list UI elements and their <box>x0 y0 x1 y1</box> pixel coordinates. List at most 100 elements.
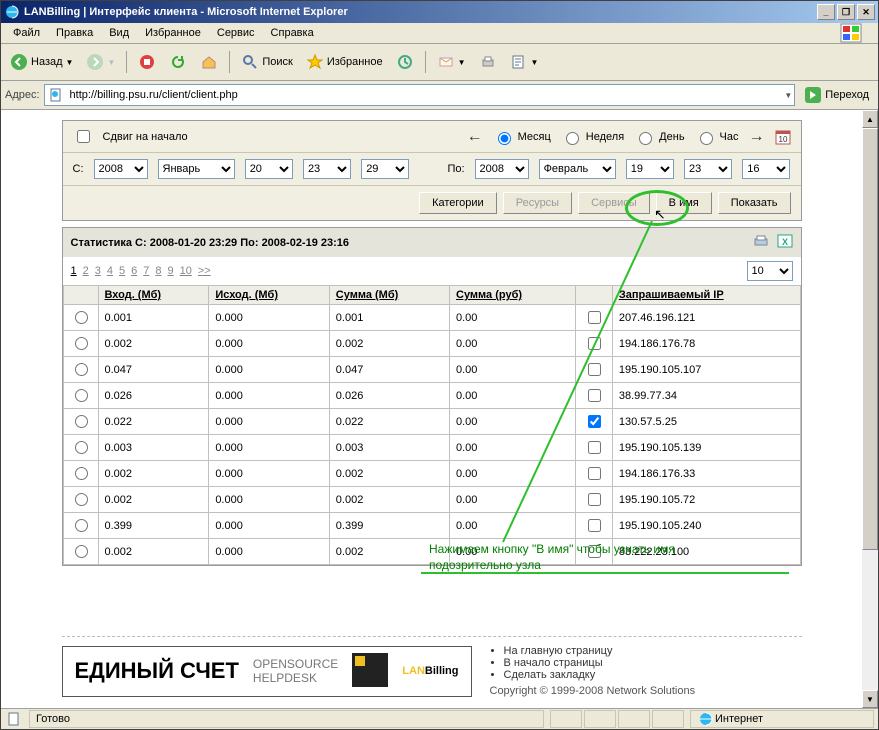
menu-edit[interactable]: Правка <box>48 25 101 41</box>
row-checkbox[interactable] <box>588 467 601 480</box>
row-checkbox[interactable] <box>588 337 601 350</box>
per-page-select[interactable]: 10 <box>747 261 793 281</box>
pager-link[interactable]: 1 <box>71 265 77 277</box>
to-day[interactable]: 19 <box>626 159 674 179</box>
menu-favorites[interactable]: Избранное <box>137 25 209 41</box>
search-button[interactable]: Поиск <box>236 48 297 76</box>
row-checkbox[interactable] <box>588 415 601 428</box>
period-day[interactable]: День <box>634 129 684 145</box>
row-radio[interactable] <box>75 467 88 480</box>
show-button[interactable]: Показать <box>718 192 791 214</box>
categories-button[interactable]: Категории <box>419 192 497 214</box>
col-out[interactable]: Исход. (Мб) <box>209 286 329 305</box>
forward-icon <box>86 53 104 71</box>
svg-text:10: 10 <box>778 135 787 144</box>
pager-link[interactable]: 7 <box>143 265 149 277</box>
scrollbar-thumb[interactable] <box>862 128 878 550</box>
from-hour[interactable]: 23 <box>303 159 351 179</box>
shift-start-checkbox[interactable] <box>77 130 90 143</box>
footer-link[interactable]: На главную страницу <box>504 645 696 657</box>
services-button[interactable]: Сервисы <box>578 192 650 214</box>
row-checkbox[interactable] <box>588 311 601 324</box>
pager-link[interactable]: 2 <box>83 265 89 277</box>
row-radio[interactable] <box>75 545 88 558</box>
address-input-wrapper[interactable]: ▼ <box>44 84 796 106</box>
row-checkbox[interactable] <box>588 493 601 506</box>
stop-button[interactable] <box>133 48 161 76</box>
pager: 123456789 10 >> 10 <box>63 257 801 285</box>
close-button[interactable]: ✕ <box>857 4 875 20</box>
menu-view[interactable]: Вид <box>101 25 137 41</box>
url-input[interactable] <box>68 88 782 102</box>
col-summb[interactable]: Сумма (Мб) <box>329 286 449 305</box>
row-radio[interactable] <box>75 493 88 506</box>
period-month[interactable]: Месяц <box>493 129 551 145</box>
scroll-down-icon[interactable]: ▼ <box>862 690 878 708</box>
col-ip[interactable]: Запрашиваемый IP <box>612 286 800 305</box>
from-day[interactable]: 20 <box>245 159 293 179</box>
forward-button[interactable]: ▼ <box>81 48 120 76</box>
to-month[interactable]: Февраль <box>539 159 616 179</box>
row-radio[interactable] <box>75 441 88 454</box>
next-arrow-icon[interactable]: → <box>749 128 765 146</box>
to-name-button[interactable]: В имя <box>656 192 712 214</box>
vertical-scrollbar[interactable]: ▲ ▼ <box>862 110 878 708</box>
cell-out: 0.000 <box>209 513 329 539</box>
row-radio[interactable] <box>75 519 88 532</box>
pager-link[interactable]: 8 <box>155 265 161 277</box>
row-radio[interactable] <box>75 415 88 428</box>
resources-button[interactable]: Ресурсы <box>503 192 572 214</box>
history-button[interactable] <box>391 48 419 76</box>
dropdown-icon[interactable]: ▼ <box>784 91 792 100</box>
pager-link[interactable]: >> <box>198 265 211 277</box>
pager-link[interactable]: 9 <box>168 265 174 277</box>
mail-button[interactable]: ▼ <box>432 48 471 76</box>
maximize-button[interactable]: ❐ <box>837 4 855 20</box>
minimize-button[interactable]: _ <box>817 4 835 20</box>
row-radio[interactable] <box>75 389 88 402</box>
scroll-up-icon[interactable]: ▲ <box>862 110 878 128</box>
row-radio[interactable] <box>75 363 88 376</box>
row-checkbox[interactable] <box>588 441 601 454</box>
pager-link[interactable]: 5 <box>119 265 125 277</box>
from-month[interactable]: Январь <box>158 159 235 179</box>
pager-link[interactable]: 10 <box>180 265 192 277</box>
home-button[interactable] <box>195 48 223 76</box>
cell-out: 0.000 <box>209 461 329 487</box>
back-button[interactable]: Назад ▼ <box>5 48 78 76</box>
period-hour[interactable]: Час <box>695 129 739 145</box>
from-year[interactable]: 2008 <box>94 159 148 179</box>
footer-link[interactable]: В начало страницы <box>504 657 696 669</box>
prev-arrow-icon[interactable]: ← <box>467 128 483 146</box>
period-week[interactable]: Неделя <box>561 129 624 145</box>
row-radio[interactable] <box>75 311 88 324</box>
calendar-icon[interactable]: 10 <box>775 129 791 145</box>
menu-file[interactable]: Файл <box>5 25 48 41</box>
favorites-button[interactable]: Избранное <box>301 48 388 76</box>
print-icon[interactable] <box>753 234 769 251</box>
to-year[interactable]: 2008 <box>475 159 529 179</box>
excel-icon[interactable]: X <box>777 234 793 251</box>
cell-in: 0.002 <box>98 461 209 487</box>
row-checkbox[interactable] <box>588 363 601 376</box>
print-button[interactable] <box>474 48 502 76</box>
refresh-button[interactable] <box>164 48 192 76</box>
footer-link[interactable]: Сделать закладку <box>504 669 696 681</box>
cell-summb: 0.003 <box>329 435 449 461</box>
row-checkbox[interactable] <box>588 519 601 532</box>
menu-service[interactable]: Сервис <box>209 25 263 41</box>
menu-help[interactable]: Справка <box>263 25 322 41</box>
col-sumrub[interactable]: Сумма (руб) <box>450 286 576 305</box>
edit-button[interactable]: ▼ <box>505 48 544 76</box>
to-minute[interactable]: 16 <box>742 159 790 179</box>
pager-link[interactable]: 4 <box>107 265 113 277</box>
row-checkbox[interactable] <box>588 389 601 402</box>
go-button[interactable]: Переход <box>799 84 874 106</box>
pager-link[interactable]: 6 <box>131 265 137 277</box>
col-in[interactable]: Вход. (Мб) <box>98 286 209 305</box>
from-minute[interactable]: 29 <box>361 159 409 179</box>
to-hour[interactable]: 23 <box>684 159 732 179</box>
pager-link[interactable]: 3 <box>95 265 101 277</box>
cell-ip: 195.190.105.107 <box>612 357 800 383</box>
row-radio[interactable] <box>75 337 88 350</box>
